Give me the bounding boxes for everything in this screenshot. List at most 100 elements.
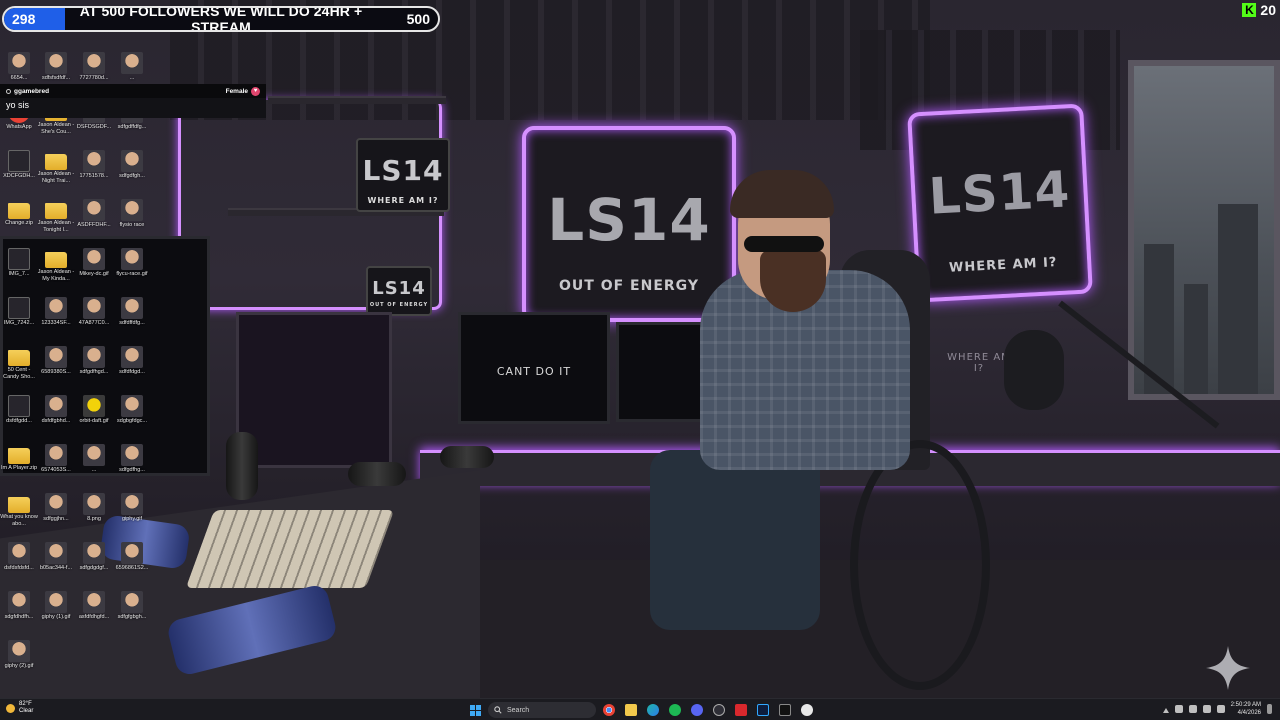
desktop-icon[interactable]: IMG_7242... xyxy=(0,297,38,333)
desktop-icon[interactable]: flysio race xyxy=(113,199,151,235)
desktop-icon[interactable]: Jason Aldean - My Kinda... xyxy=(37,248,75,282)
image-file-icon xyxy=(121,297,143,319)
desktop-icon[interactable]: ... xyxy=(75,444,113,480)
mic-icon[interactable] xyxy=(1174,705,1183,713)
desktop-icon[interactable]: Change.zip xyxy=(0,199,38,233)
spotify-icon xyxy=(669,704,681,716)
follower-goal-banner: 298 AT 500 FOLLOWERS WE WILL DO 24HR + S… xyxy=(2,6,440,32)
desktop-icon[interactable]: dsfdfgbhd... xyxy=(37,395,75,431)
desktop-icon-label: Jason Aldean - Night Trai... xyxy=(37,171,75,184)
image-file-icon xyxy=(121,591,143,613)
image-file-icon xyxy=(83,444,105,466)
taskbar-explorer[interactable] xyxy=(622,701,640,719)
notification-icon[interactable] xyxy=(1267,704,1272,714)
image-file-icon xyxy=(83,199,105,221)
desktop-icon[interactable]: sdfsfsdfdf... xyxy=(37,52,75,88)
desktop-icon[interactable]: ... xyxy=(113,52,151,88)
taskbar-obs[interactable] xyxy=(710,701,728,719)
battery-icon[interactable] xyxy=(1216,705,1225,713)
desktop-icon[interactable]: Im A Player.zip xyxy=(0,444,38,478)
desktop-icon[interactable]: XDCFGDH... xyxy=(0,150,38,186)
desktop-icon[interactable]: 17751578... xyxy=(75,150,113,186)
desktop-icon-label: 8.png xyxy=(87,516,101,522)
goal-current: 298 xyxy=(12,11,36,27)
person-hair xyxy=(730,170,834,218)
image-file-icon xyxy=(121,542,143,564)
desktop-icon[interactable]: giphy.gif xyxy=(113,493,151,529)
desktop-icon[interactable]: 47A877C0... xyxy=(75,297,113,333)
desktop-icon[interactable]: 6589380S... xyxy=(37,346,75,382)
image-file-icon xyxy=(45,444,67,466)
desktop-icon[interactable]: giphy (2).gif xyxy=(0,640,38,676)
desktop-icon[interactable]: Jason Aldean - Tonight I... xyxy=(37,199,75,233)
image-file-icon xyxy=(8,52,30,74)
desktop-icon[interactable]: 7727780d... xyxy=(75,52,113,88)
desktop-icon[interactable]: sdfgfgbgh... xyxy=(113,591,151,627)
start-button[interactable] xyxy=(466,701,484,719)
desktop-icon[interactable]: 6596861S2... xyxy=(113,542,151,578)
desktop-icon[interactable]: giphy (1).gif xyxy=(37,591,75,627)
heart-icon: ♥ xyxy=(251,86,260,96)
chat-popup[interactable]: ggamebred Female ♥ yo sis xyxy=(0,84,266,118)
pc-case xyxy=(236,312,392,468)
desktop-icon[interactable]: b05ac344-f... xyxy=(37,542,75,578)
image-file-icon xyxy=(83,150,105,172)
desktop-icon-label: 6589380S... xyxy=(41,369,71,375)
desktop-icon-label: 47A877C0... xyxy=(78,320,110,326)
taskbar-clock[interactable]: 2:50:29 AM 4/4/2026 xyxy=(1231,701,1261,717)
desktop-icon-label: sdfggjhn... xyxy=(43,516,69,522)
folder-icon xyxy=(45,252,67,268)
desktop-icon[interactable]: orbit-daft.gif xyxy=(75,395,113,431)
taskbar-acrobat[interactable] xyxy=(732,701,750,719)
image-file-icon xyxy=(8,591,30,613)
weather-widget[interactable]: 82°F Clear xyxy=(6,701,33,715)
desktop-icon[interactable]: sdfdffdfg... xyxy=(113,297,151,333)
desktop-icon[interactable]: 8.png xyxy=(75,493,113,529)
chevron-up-icon[interactable] xyxy=(1162,705,1169,713)
folder-icon xyxy=(8,448,30,464)
image-file-icon xyxy=(45,297,67,319)
shelf-top xyxy=(268,96,446,104)
desktop-icon[interactable]: ASDFFDHF... xyxy=(75,199,113,235)
desktop-icon-label: sdfgdgdgf... xyxy=(79,565,109,571)
desktop-icon[interactable]: Jason Aldean - Night Trai... xyxy=(37,150,75,184)
desktop-icon[interactable]: sdfgdfhgd... xyxy=(75,346,113,382)
taskbar-app[interactable] xyxy=(798,701,816,719)
desktop-icon[interactable]: sdfgdfhg... xyxy=(113,444,151,480)
desktop-icon[interactable]: sdfgdgdgf... xyxy=(75,542,113,578)
desktop-icon[interactable]: IMG_7... xyxy=(0,248,38,284)
desktop-icon[interactable]: sdfdfdgd... xyxy=(113,346,151,382)
desktop-icon[interactable]: asfdfdhgfd... xyxy=(75,591,113,627)
desktop-icon-label: dsfdfgbhd... xyxy=(41,418,71,424)
desktop-icon[interactable]: What you know abo... xyxy=(0,493,38,527)
taskbar-terminal[interactable] xyxy=(776,701,794,719)
desktop-icon[interactable]: 123334SF... xyxy=(37,297,75,333)
taskbar-search[interactable]: Search xyxy=(488,702,596,718)
image-file-icon xyxy=(8,150,30,172)
speaker-icon[interactable] xyxy=(1202,705,1211,713)
desktop-icon[interactable]: 6574053S... xyxy=(37,444,75,480)
taskbar-discord[interactable] xyxy=(688,701,706,719)
image-file-icon xyxy=(8,542,30,564)
desktop-icon[interactable]: sdgbgfdgc... xyxy=(113,395,151,431)
desktop-icon[interactable]: flycu-race.gif xyxy=(113,248,151,284)
desktop-icon[interactable]: 50 Cent - Candy Sho... xyxy=(0,346,38,380)
neon-sign-right: LS14 WHERE AM I? xyxy=(907,103,1093,303)
desktop-icon[interactable]: 6654... xyxy=(0,52,38,88)
desktop-icon[interactable]: sdfgdfgh... xyxy=(113,150,151,186)
chat-user[interactable]: ggamebred xyxy=(6,88,226,95)
wifi-icon[interactable] xyxy=(1188,705,1197,713)
desktop-icon-label: dsfdsfdsfd... xyxy=(4,565,34,571)
taskbar-edge[interactable] xyxy=(644,701,662,719)
image-file-icon xyxy=(121,199,143,221)
desktop-icon[interactable]: sdgfdhdfh... xyxy=(0,591,38,627)
desktop-icon[interactable]: dsfdfgdd... xyxy=(0,395,38,431)
desktop-icon[interactable]: dsfdsfdsfd... xyxy=(0,542,38,578)
desktop-icon[interactable]: Mikey-dc.gif xyxy=(75,248,113,284)
taskbar-spotify[interactable] xyxy=(666,701,684,719)
desktop-icon[interactable]: sdfggjhn... xyxy=(37,493,75,529)
taskbar-chrome[interactable] xyxy=(600,701,618,719)
chat-header: ggamebred Female ♥ xyxy=(0,84,266,98)
taskbar-photoshop[interactable] xyxy=(754,701,772,719)
sign-center-subtitle: OUT OF ENERGY xyxy=(559,278,699,294)
